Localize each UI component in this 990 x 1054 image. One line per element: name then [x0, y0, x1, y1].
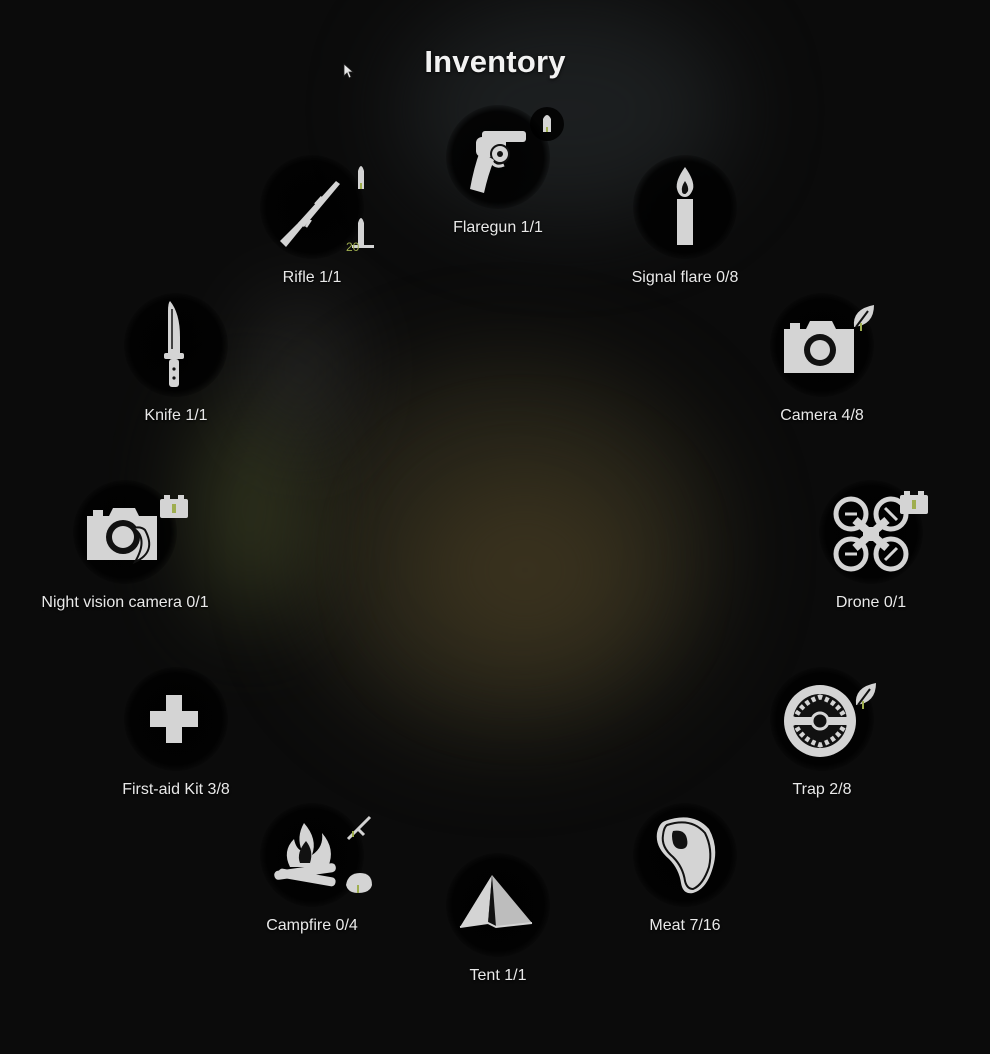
item-label: Knife 1/1 [144, 407, 208, 424]
item-label: Rifle 1/1 [282, 269, 342, 286]
inventory-item-signal-flare[interactable]: Signal flare 0/8 [545, 155, 825, 315]
background-blur-light [410, 470, 640, 670]
rifle-ammo-icon: 20 [346, 218, 374, 254]
meat-icon [656, 817, 716, 894]
item-slot [633, 155, 737, 259]
item-label: Night vision camera 0/1 [41, 594, 209, 611]
tent-icon [459, 875, 533, 929]
flare-candle-icon [676, 167, 694, 245]
rifle-ammo-count: 20 [346, 240, 360, 254]
item-label: Campfire 0/4 [266, 917, 358, 934]
inventory-item-night-vision-camera[interactable]: Night vision camera 0/1 [0, 480, 265, 640]
item-label: Drone 0/1 [835, 594, 907, 611]
item-slot [819, 480, 928, 584]
inventory-title: Inventory [424, 44, 566, 79]
bullet-icon [530, 107, 564, 141]
stick-icon [346, 815, 372, 841]
item-slot [446, 853, 550, 957]
battery-icon [900, 491, 928, 514]
item-slot [770, 293, 874, 397]
inventory-item-camera[interactable]: Camera 4/8 [682, 293, 962, 453]
item-slot: 20 [260, 155, 374, 259]
item-label: Camera 4/8 [780, 407, 864, 424]
item-slot [124, 667, 228, 771]
inventory-item-drone[interactable]: Drone 0/1 [731, 480, 990, 640]
bullet-icon [358, 166, 364, 189]
leaf-icon [853, 305, 874, 331]
item-label: Tent 1/1 [469, 967, 527, 984]
leaf-icon [855, 683, 876, 709]
inventory-item-first-aid-kit[interactable]: First-aid Kit 3/8 [36, 667, 316, 827]
stone-icon [346, 873, 372, 893]
mouse-cursor-icon [343, 63, 355, 79]
item-slot [770, 667, 876, 771]
inventory-item-campfire[interactable]: Campfire 0/4 [172, 803, 452, 963]
item-label: First-aid Kit 3/8 [122, 781, 230, 798]
inventory-item-rifle[interactable]: 20 Rifle 1/1 [172, 155, 452, 315]
item-label: Signal flare 0/8 [631, 269, 739, 286]
inventory-item-knife[interactable]: Knife 1/1 [36, 293, 316, 453]
battery-icon [160, 495, 188, 518]
item-slot [446, 105, 564, 209]
item-label: Trap 2/8 [792, 781, 852, 798]
item-slot [633, 803, 737, 907]
first-aid-cross-icon [150, 695, 198, 743]
item-slot [73, 480, 188, 584]
